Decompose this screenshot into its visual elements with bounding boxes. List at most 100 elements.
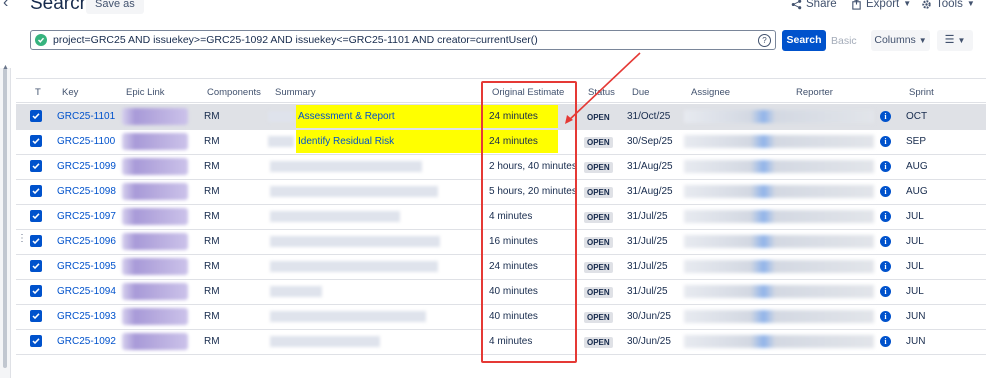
- search-button[interactable]: Search: [782, 30, 826, 51]
- vertical-scrollbar[interactable]: [0, 68, 11, 378]
- column-header-sprint[interactable]: Sprint: [909, 87, 934, 98]
- basic-search-link[interactable]: Basic: [831, 35, 857, 47]
- sprint-value: SEP: [906, 136, 927, 147]
- sprint-value: JUL: [906, 211, 924, 222]
- due-date: 30/Sep/25: [627, 136, 673, 147]
- column-header-components[interactable]: Components: [207, 87, 261, 98]
- info-icon[interactable]: i: [880, 136, 891, 147]
- column-header-status[interactable]: Status: [588, 87, 615, 98]
- due-date: 30/Jun/25: [627, 336, 671, 347]
- info-icon[interactable]: i: [880, 161, 891, 172]
- component-value: RM: [204, 311, 220, 322]
- epic-link-redacted[interactable]: [122, 108, 188, 125]
- save-as-button[interactable]: Save as: [86, 0, 144, 14]
- assignee-reporter-redacted: [684, 110, 874, 123]
- task-type-icon: [30, 310, 42, 322]
- status-badge[interactable]: OPEN: [584, 187, 613, 198]
- status-badge[interactable]: OPEN: [584, 262, 613, 273]
- due-date: 31/Jul/25: [627, 286, 668, 297]
- issue-key-link[interactable]: GRC25-1093: [57, 311, 116, 322]
- scroll-up-arrow-icon[interactable]: ▲: [2, 64, 9, 71]
- info-icon[interactable]: i: [880, 211, 891, 222]
- assignee-reporter-redacted: [684, 160, 874, 173]
- share-button[interactable]: Share: [791, 0, 837, 14]
- epic-link-redacted[interactable]: [122, 158, 188, 175]
- list-view-menu-button[interactable]: ☰ ▼: [937, 30, 973, 51]
- assignee-reporter-redacted: [684, 135, 874, 148]
- column-header-key[interactable]: Key: [62, 87, 78, 98]
- epic-link-redacted[interactable]: [122, 283, 188, 300]
- assignee-reporter-redacted: [684, 285, 874, 298]
- annotation-box: [481, 81, 577, 363]
- epic-link-redacted[interactable]: [122, 233, 188, 250]
- issue-key-link[interactable]: GRC25-1098: [57, 186, 116, 197]
- assignee-reporter-redacted: [684, 185, 874, 198]
- component-value: RM: [204, 161, 220, 172]
- status-badge[interactable]: OPEN: [584, 212, 613, 223]
- column-header-due[interactable]: Due: [632, 87, 649, 98]
- summary-link[interactable]: Assessment & Report: [298, 111, 395, 122]
- columns-button[interactable]: Columns ▼: [871, 30, 930, 51]
- jql-input[interactable]: project=GRC25 AND issuekey>=GRC25-1092 A…: [30, 30, 776, 50]
- epic-link-redacted[interactable]: [122, 183, 188, 200]
- info-icon[interactable]: i: [880, 311, 891, 322]
- issue-key-link[interactable]: GRC25-1096: [57, 236, 116, 247]
- help-icon[interactable]: ?: [758, 34, 771, 47]
- info-icon[interactable]: i: [880, 236, 891, 247]
- component-value: RM: [204, 336, 220, 347]
- row-drag-handle-icon[interactable]: ⋮: [17, 233, 27, 244]
- info-icon[interactable]: i: [880, 111, 891, 122]
- assignee-reporter-redacted: [684, 210, 874, 223]
- column-header-assignee[interactable]: Assignee: [691, 87, 730, 98]
- issue-key-link[interactable]: GRC25-1101: [57, 111, 115, 122]
- issue-key-link[interactable]: GRC25-1099: [57, 161, 116, 172]
- column-header-reporter[interactable]: Reporter: [796, 87, 833, 98]
- column-header-epic-link[interactable]: Epic Link: [126, 87, 165, 98]
- info-icon[interactable]: i: [880, 336, 891, 347]
- issue-key-link[interactable]: GRC25-1095: [57, 261, 116, 272]
- summary-redacted: [268, 136, 294, 147]
- assignee-reporter-redacted: [684, 310, 874, 323]
- status-badge[interactable]: OPEN: [584, 337, 613, 348]
- back-chevron-icon[interactable]: ‹: [3, 0, 8, 12]
- sprint-value: OCT: [906, 111, 928, 122]
- issue-key-link[interactable]: GRC25-1097: [57, 211, 116, 222]
- task-type-icon: [30, 185, 42, 197]
- epic-link-redacted[interactable]: [122, 133, 188, 150]
- issue-key-link[interactable]: GRC25-1100: [57, 136, 115, 147]
- chevron-down-icon: ▼: [918, 36, 927, 45]
- status-badge[interactable]: OPEN: [584, 312, 613, 323]
- due-date: 31/Jul/25: [627, 236, 668, 247]
- summary-link[interactable]: Identify Residual Risk: [298, 136, 394, 147]
- column-header-summary[interactable]: Summary: [275, 87, 316, 98]
- sprint-value: JUL: [906, 261, 924, 272]
- info-icon[interactable]: i: [880, 261, 891, 272]
- info-icon[interactable]: i: [880, 286, 891, 297]
- scrollbar-thumb[interactable]: [3, 68, 7, 368]
- component-value: RM: [204, 211, 220, 222]
- tools-button[interactable]: Tools ▼: [921, 0, 975, 14]
- status-badge[interactable]: OPEN: [584, 162, 613, 173]
- export-button[interactable]: Export ▼: [851, 0, 911, 14]
- sprint-value: JUL: [906, 286, 924, 297]
- status-badge[interactable]: OPEN: [584, 112, 613, 123]
- issue-key-link[interactable]: GRC25-1092: [57, 336, 116, 347]
- epic-link-redacted[interactable]: [122, 208, 188, 225]
- due-date: 30/Jun/25: [627, 311, 671, 322]
- column-header-type[interactable]: T: [35, 87, 41, 98]
- top-bar: ‹ Search Save as Share Export ▼ Tools ▼: [0, 0, 999, 22]
- summary-redacted: [270, 211, 400, 222]
- sprint-value: AUG: [906, 186, 928, 197]
- due-date: 31/Aug/25: [627, 186, 673, 197]
- component-value: RM: [204, 286, 220, 297]
- epic-link-redacted[interactable]: [122, 308, 188, 325]
- status-badge[interactable]: OPEN: [584, 287, 613, 298]
- info-icon[interactable]: i: [880, 186, 891, 197]
- assignee-reporter-redacted: [684, 235, 874, 248]
- status-badge[interactable]: OPEN: [584, 137, 613, 148]
- issue-key-link[interactable]: GRC25-1094: [57, 286, 116, 297]
- summary-redacted: [270, 161, 422, 172]
- epic-link-redacted[interactable]: [122, 333, 188, 350]
- epic-link-redacted[interactable]: [122, 258, 188, 275]
- status-badge[interactable]: OPEN: [584, 237, 613, 248]
